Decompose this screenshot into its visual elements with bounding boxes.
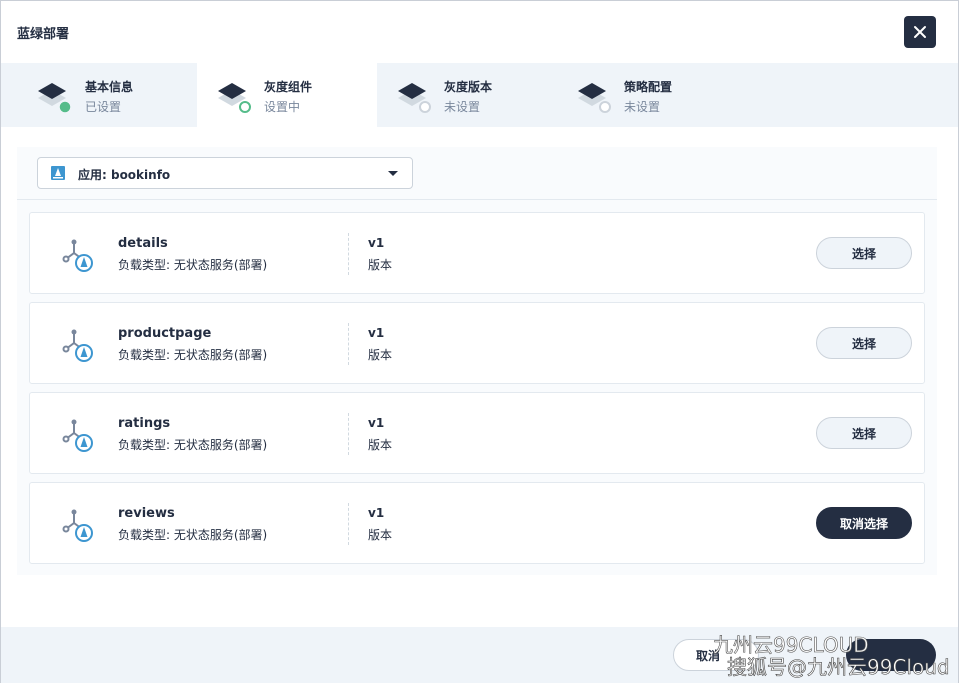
close-icon <box>914 26 926 38</box>
layers-icon <box>578 83 611 113</box>
step-label: 灰度版本 <box>444 80 493 94</box>
step-label: 灰度组件 <box>264 80 313 94</box>
service-version: v1 <box>368 236 385 250</box>
close-button[interactable] <box>904 16 936 48</box>
watermark-line2: 搜狐号@九州云99Cloud <box>727 655 950 680</box>
layers-icon <box>218 83 251 113</box>
select-button[interactable]: 选择 <box>816 327 912 359</box>
service-version: v1 <box>368 416 385 430</box>
divider <box>348 233 349 275</box>
step-label: 基本信息 <box>85 80 134 94</box>
service-type: 负载类型: 无状态服务(部署) <box>118 258 268 272</box>
service-name: details <box>118 236 168 251</box>
step-status: 未设置 <box>444 100 481 114</box>
divider <box>348 503 349 545</box>
step-label: 策略配置 <box>624 80 673 94</box>
step-basic-info[interactable]: 基本信息 已设置 <box>1 63 181 127</box>
divider <box>348 323 349 365</box>
service-version-label: 版本 <box>368 258 393 272</box>
service-name: ratings <box>118 416 171 431</box>
service-version: v1 <box>368 506 385 520</box>
step-canary-component[interactable]: 灰度组件 设置中 <box>197 63 377 127</box>
chevron-down-icon <box>388 171 398 176</box>
step-status: 设置中 <box>264 100 301 114</box>
select-button[interactable]: 选择 <box>816 237 912 269</box>
step-status: 已设置 <box>85 100 122 114</box>
layers-icon <box>398 83 431 113</box>
service-version-label: 版本 <box>368 438 393 452</box>
service-card: reviews 负载类型: 无状态服务(部署) v1 版本 取消选择 <box>29 482 925 564</box>
service-version-label: 版本 <box>368 348 393 362</box>
watermark: 九州云99CLOUD 搜狐号@九州云99Cloud <box>713 629 953 681</box>
service-icon <box>62 239 93 272</box>
wizard-steps: 基本信息 已设置 灰度组件 设置中 灰度版本 未设置 策略配置 未设置 <box>1 63 958 127</box>
dialog-header: 蓝绿部署 <box>1 1 958 63</box>
app-select[interactable]: 应用: bookinfo <box>37 157 413 189</box>
app-icon <box>51 166 65 180</box>
dialog-title: 蓝绿部署 <box>17 27 70 42</box>
blue-green-deploy-dialog: 蓝绿部署 基本信息 已设置 灰度组件 设置中 灰度版本 未设置 策略配置 未设置… <box>0 0 959 683</box>
service-card: productpage 负载类型: 无状态服务(部署) v1 版本 选择 <box>29 302 925 384</box>
service-card: details 负载类型: 无状态服务(部署) v1 版本 选择 <box>29 212 925 294</box>
component-panel: 应用: bookinfo details 负载类型: 无状态服务(部署) v1 … <box>17 147 937 575</box>
service-name: reviews <box>118 506 175 521</box>
service-icon <box>62 419 93 452</box>
service-card: ratings 负载类型: 无状态服务(部署) v1 版本 选择 <box>29 392 925 474</box>
service-type: 负载类型: 无状态服务(部署) <box>118 438 268 452</box>
layers-icon <box>38 83 71 114</box>
app-select-value: 应用: bookinfo <box>78 168 171 182</box>
service-icon <box>62 509 93 542</box>
service-type: 负载类型: 无状态服务(部署) <box>118 348 268 362</box>
service-type: 负载类型: 无状态服务(部署) <box>118 528 268 542</box>
service-icon <box>62 329 93 362</box>
divider <box>17 199 937 200</box>
step-policy-config[interactable]: 策略配置 未设置 <box>557 63 737 127</box>
service-name: productpage <box>118 326 212 341</box>
select-button[interactable]: 选择 <box>816 417 912 449</box>
service-version: v1 <box>368 326 385 340</box>
deselect-button[interactable]: 取消选择 <box>816 507 912 539</box>
step-canary-version[interactable]: 灰度版本 未设置 <box>377 63 557 127</box>
step-status: 未设置 <box>624 100 661 114</box>
service-version-label: 版本 <box>368 528 393 542</box>
divider <box>348 413 349 455</box>
